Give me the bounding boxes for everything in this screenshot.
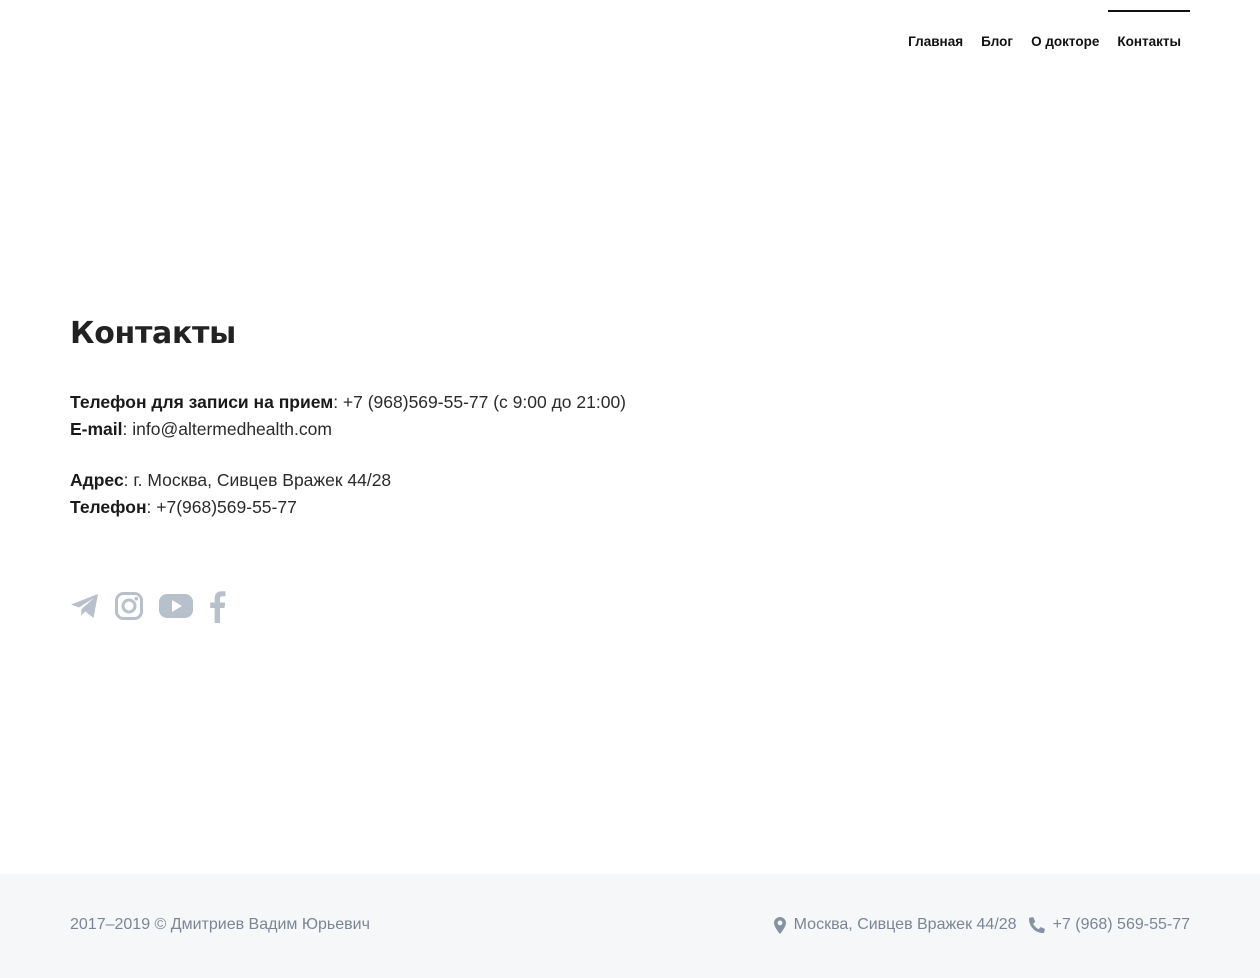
nav-item-about-doctor[interactable]: О докторе bbox=[1022, 10, 1108, 56]
nav-item-home[interactable]: Главная bbox=[899, 10, 972, 56]
footer-phone-text[interactable]: +7 (968) 569-55-77 bbox=[1053, 916, 1190, 934]
social-links bbox=[70, 589, 226, 623]
footer-address-text: Москва, Сивцев Вражек 44/28 bbox=[793, 916, 1017, 933]
appointment-phone-label: Телефон для записи на прием bbox=[70, 392, 334, 412]
appointment-phone-line: Телефон для записи на прием: +7 (968)569… bbox=[70, 389, 970, 416]
footer: 2017–2019 © Дмитриев Вадим Юрьевич Москв… bbox=[0, 874, 1260, 978]
address-value: : г. Москва, Сивцев Вражек 44/28 bbox=[123, 470, 392, 490]
address-line: Адрес: г. Москва, Сивцев Вражек 44/28 bbox=[70, 467, 970, 494]
map-marker-icon bbox=[773, 916, 786, 934]
footer-copyright: 2017–2019 © Дмитриев Вадим Юрьевич bbox=[70, 916, 370, 933]
top-navigation: Главная Блог О докторе Контакты bbox=[899, 0, 1190, 60]
facebook-icon[interactable] bbox=[208, 589, 226, 623]
address-label: Адрес bbox=[70, 470, 124, 490]
nav-item-contacts[interactable]: Контакты bbox=[1108, 10, 1190, 56]
phone-line: Телефон: +7(968)569-55-77 bbox=[70, 494, 970, 521]
appointment-phone-value: : +7 (968)569-55-77 (с 9:00 до 21:00) bbox=[333, 392, 627, 412]
email-line: E-mail: info@altermedhealth.com bbox=[70, 416, 970, 443]
nav-item-blog[interactable]: Блог bbox=[972, 10, 1022, 56]
email-value[interactable]: : info@altermedhealth.com bbox=[123, 419, 332, 439]
phone-label: Телефон bbox=[70, 497, 147, 517]
page-title: Контакты bbox=[70, 316, 236, 351]
email-label: E-mail bbox=[70, 419, 123, 439]
youtube-icon[interactable] bbox=[158, 593, 194, 619]
telegram-icon[interactable] bbox=[70, 593, 100, 619]
footer-contacts: Москва, Сивцев Вражек 44/28 +7 (968) 569… bbox=[773, 916, 1190, 934]
footer-phone: +7 (968) 569-55-77 bbox=[1028, 916, 1190, 934]
footer-address: Москва, Сивцев Вражек 44/28 bbox=[773, 916, 1017, 934]
contact-details: Телефон для записи на прием: +7 (968)569… bbox=[70, 389, 970, 521]
phone-value: : +7(968)569-55-77 bbox=[146, 497, 297, 517]
instagram-icon[interactable] bbox=[114, 591, 144, 621]
main-content: Контакты Телефон для записи на прием: +7… bbox=[70, 316, 970, 521]
phone-icon bbox=[1028, 917, 1045, 933]
